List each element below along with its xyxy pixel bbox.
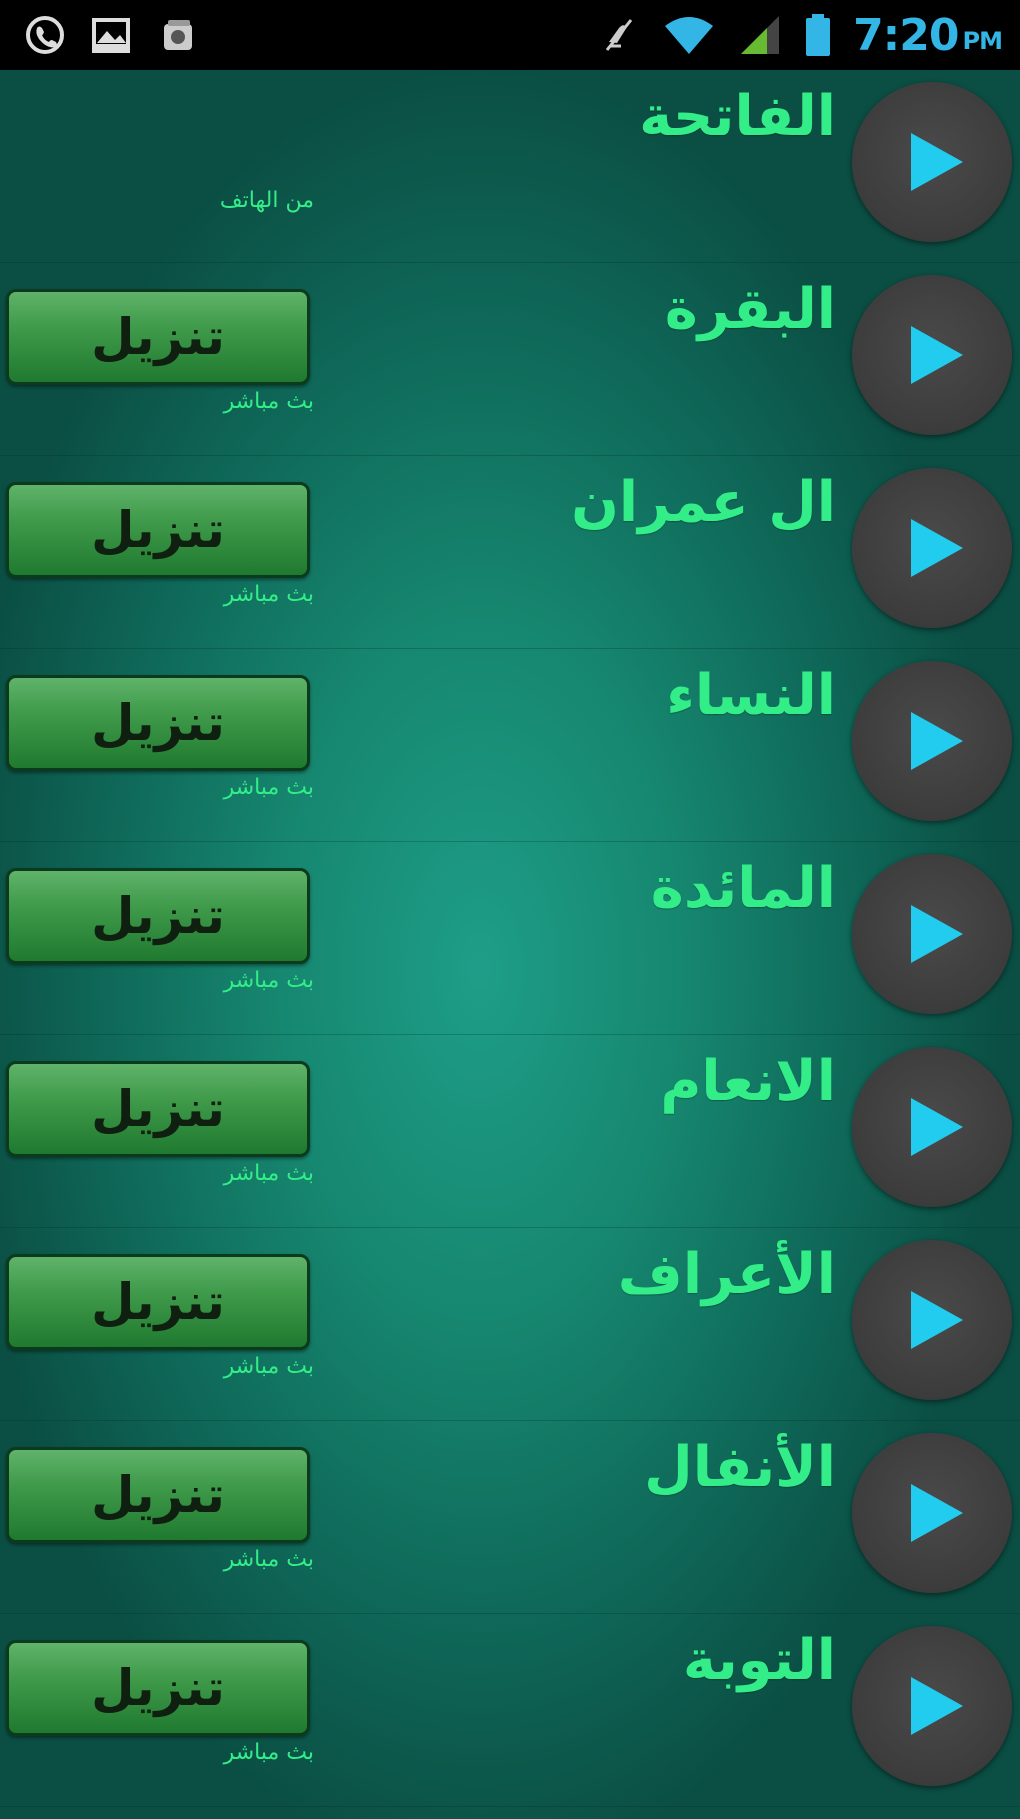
surah-name: الفاتحة <box>639 84 836 149</box>
surah-name: ال عمران <box>571 470 836 535</box>
surah-name: البقرة <box>664 277 836 342</box>
clock: 7:20 PM <box>853 9 1003 61</box>
play-icon <box>911 1677 963 1735</box>
surah-list[interactable]: الفاتحة من الهاتف البقرة تنزيل بث مباشر ال عم… <box>0 70 1020 1819</box>
surah-row[interactable]: الأنفال تنزيل بث مباشر <box>0 1421 1020 1614</box>
play-button[interactable] <box>852 1626 1012 1786</box>
source-label: بث مباشر <box>223 775 314 800</box>
status-bar: 7:20 PM <box>0 0 1020 70</box>
surah-row[interactable]: الأعراف تنزيل بث مباشر <box>0 1228 1020 1421</box>
surah-row[interactable]: النساء تنزيل بث مباشر <box>0 649 1020 842</box>
source-label: بث مباشر <box>223 1547 314 1572</box>
play-button[interactable] <box>852 1047 1012 1207</box>
download-button[interactable]: تنزيل <box>6 868 310 964</box>
surah-row[interactable]: ال عمران تنزيل بث مباشر <box>0 456 1020 649</box>
play-icon <box>911 326 963 384</box>
download-button[interactable]: تنزيل <box>6 675 310 771</box>
play-icon <box>911 133 963 191</box>
system-icons: 7:20 PM <box>595 9 1003 61</box>
play-button[interactable] <box>852 661 1012 821</box>
surah-row[interactable]: البقرة تنزيل بث مباشر <box>0 263 1020 456</box>
surah-row[interactable]: الفاتحة من الهاتف <box>0 70 1020 263</box>
play-button[interactable] <box>852 1433 1012 1593</box>
clock-time: 7:20 <box>853 9 959 61</box>
source-label: بث مباشر <box>223 1740 314 1765</box>
surah-row[interactable]: المائدة تنزيل بث مباشر <box>0 842 1020 1035</box>
play-icon <box>911 1484 963 1542</box>
surah-row[interactable]: التوبة تنزيل بث مباشر <box>0 1614 1020 1807</box>
download-button[interactable]: تنزيل <box>6 1061 310 1157</box>
source-label: بث مباشر <box>223 389 314 414</box>
play-button[interactable] <box>852 82 1012 242</box>
play-button[interactable] <box>852 275 1012 435</box>
notification-icons <box>22 12 200 58</box>
download-button[interactable]: تنزيل <box>6 1254 310 1350</box>
image-icon <box>88 12 134 58</box>
play-icon <box>911 1098 963 1156</box>
source-label: بث مباشر <box>223 968 314 993</box>
viber-icon <box>22 12 68 58</box>
surah-name: التوبة <box>682 1628 836 1693</box>
mute-icon <box>595 12 641 58</box>
clock-ampm: PM <box>962 26 1003 55</box>
play-icon <box>911 1291 963 1349</box>
surah-name: الأعراف <box>617 1242 836 1307</box>
battery-icon <box>803 12 833 58</box>
source-label: من الهاتف <box>219 188 314 213</box>
play-button[interactable] <box>852 1240 1012 1400</box>
play-icon <box>911 905 963 963</box>
download-button[interactable]: تنزيل <box>6 482 310 578</box>
play-icon <box>911 712 963 770</box>
surah-name: الانعام <box>660 1049 836 1114</box>
source-label: بث مباشر <box>223 1161 314 1186</box>
source-label: بث مباشر <box>223 1354 314 1379</box>
surah-row[interactable]: الانعام تنزيل بث مباشر <box>0 1035 1020 1228</box>
play-icon <box>911 519 963 577</box>
source-label: بث مباشر <box>223 582 314 607</box>
surah-name: الأنفال <box>644 1435 836 1500</box>
play-button[interactable] <box>852 854 1012 1014</box>
download-button[interactable]: تنزيل <box>6 1447 310 1543</box>
wifi-icon <box>661 12 717 58</box>
download-button[interactable]: تنزيل <box>6 1640 310 1736</box>
media-icon <box>154 12 200 58</box>
download-button[interactable]: تنزيل <box>6 289 310 385</box>
play-button[interactable] <box>852 468 1012 628</box>
signal-icon <box>737 12 783 58</box>
surah-name: النساء <box>666 663 836 728</box>
surah-name: المائدة <box>650 856 836 921</box>
